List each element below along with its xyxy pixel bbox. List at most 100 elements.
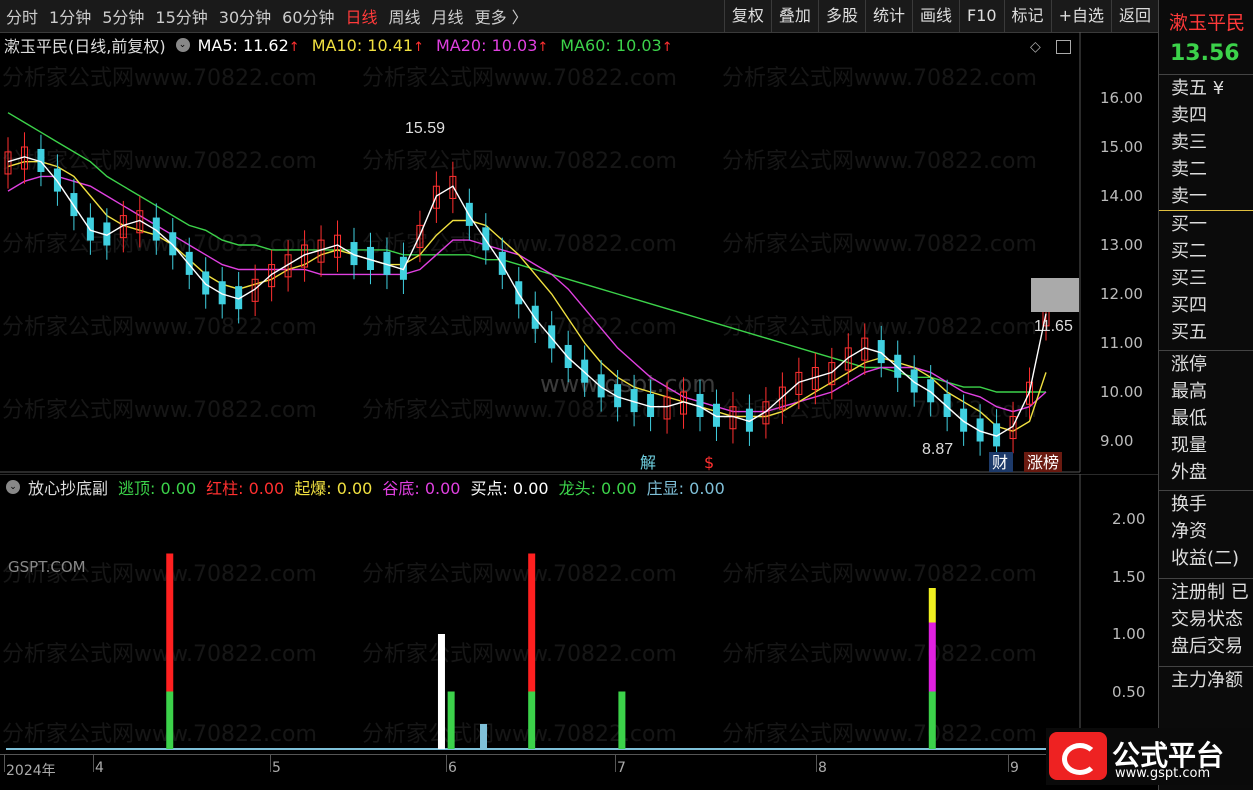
ma60-line <box>7 112 1046 393</box>
tool-button-0[interactable]: 复权 <box>723 0 771 32</box>
event-marker-2[interactable]: 财 <box>992 453 1008 472</box>
up-arrow-icon: ↑ <box>413 39 424 55</box>
indicator-header: ⌄ 放心抄底副 逃顶: 0.00 红柱: 0.00 起爆: 0.00 谷底: 0.00… <box>4 475 735 499</box>
buy-levels: 买一买二买三买四买五 <box>1159 211 1253 346</box>
x-axis-label: 4 <box>95 760 104 776</box>
rows_stats2-1: 净资 <box>1171 521 1207 542</box>
high-annotation: 15.59 <box>405 120 445 137</box>
x-axis-tick <box>1008 754 1009 772</box>
rows_buy-1: 买二 <box>1171 241 1207 262</box>
period-tab-5[interactable]: 60分钟 <box>282 4 334 28</box>
x-axis-label: 7 <box>617 760 626 776</box>
period-tab-7[interactable]: 周线 <box>389 4 421 28</box>
tool-buttons: 复权 叠加 多股 统计 画线 F10 标记 +自选 返回 <box>723 0 1158 32</box>
x-axis-tick <box>270 754 271 772</box>
tool-button-5[interactable]: F10 <box>958 0 1004 32</box>
rows_sell-3: 卖二 <box>1171 159 1207 180</box>
indicator-bar-cyan <box>480 724 487 749</box>
indicator-bar-5-1 <box>928 622 936 692</box>
rows_buy-0: 买一 <box>1171 214 1207 235</box>
rows_buy-4: 买五 <box>1171 322 1207 343</box>
sell-levels: 卖五 ¥ 卖四 卖三 卖二 卖一 <box>1159 75 1253 210</box>
rows_stats-3: 现量 <box>1171 435 1207 456</box>
top-toolbar: 分时 1分钟 5分钟 15分钟 30分钟 60分钟 日线 周线 月线 更多 〉 复权 叠加 多股 统计画… <box>0 0 1158 33</box>
event-marker-1[interactable]: $ <box>704 453 714 472</box>
ma20-line <box>7 175 1047 413</box>
corner-icons: ◇ <box>1030 37 1071 55</box>
misc-rows: 注册制 已交易状态 盘后交易 <box>1159 579 1253 660</box>
last-price: 13.56 <box>1170 41 1240 66</box>
rows_misc-2: 盘后交易 <box>1171 636 1243 657</box>
sub-y-tick-label: 1.00 <box>1112 625 1146 643</box>
x-axis-tick <box>615 754 616 772</box>
gspt-watermark: GSPT.COM <box>8 558 86 576</box>
ma-value-3: MA60: 10.03 <box>560 35 662 55</box>
chevron-down-icon[interactable]: ⌄ <box>175 38 190 52</box>
rows_stats2-2: 收益(二) <box>1171 548 1240 569</box>
diamond-icon[interactable]: ◇ <box>1030 39 1041 55</box>
event-marker-0[interactable]: 解 <box>640 453 656 472</box>
candle-body <box>564 344 572 369</box>
tool-button-4[interactable]: 画线 <box>911 0 959 32</box>
indicator-value-6: 庄显: 0.00 <box>646 479 725 498</box>
event-marker-3[interactable]: 涨榜 <box>1027 453 1059 472</box>
period-tab-8[interactable]: 月线 <box>432 4 464 28</box>
sub-y-tick-label: 0.50 <box>1112 682 1146 701</box>
x-axis-tick <box>446 754 447 772</box>
period-tab-9[interactable]: 更多 〉 <box>475 4 528 28</box>
indicator-value-4: 买点: 0.00 <box>470 479 549 498</box>
period-tab-4[interactable]: 30分钟 <box>219 4 271 28</box>
candle-body <box>202 271 210 295</box>
chevron-down-icon[interactable]: ⌄ <box>6 480 20 494</box>
tool-button-8[interactable]: 返回 <box>1110 0 1158 32</box>
indicator-value-3: 谷底: 0.00 <box>382 479 461 498</box>
ma-label-0: MA5: 11.62↑ <box>198 36 300 55</box>
tool-button-3[interactable]: 统计 <box>864 0 912 32</box>
rows_sell-4: 卖一 <box>1171 186 1207 207</box>
sub-y-tick-label: 1.50 <box>1112 567 1146 586</box>
y-tick-label: 16.00 <box>1100 89 1143 107</box>
period-tab-3[interactable]: 15分钟 <box>155 4 207 28</box>
ma-value-0: MA5: 11.62 <box>197 35 289 55</box>
tool-button-7[interactable]: +自选 <box>1050 0 1111 32</box>
ma-label-3: MA60: 10.03↑ <box>560 36 672 55</box>
rows_stats-2: 最低 <box>1171 408 1207 429</box>
indicator-bar-4-0 <box>618 691 626 749</box>
tool-button-1[interactable]: 叠加 <box>770 0 818 32</box>
window-icon[interactable] <box>1055 39 1071 54</box>
indicator-value-5: 龙头: 0.00 <box>558 479 637 498</box>
x-axis-tick <box>93 754 94 772</box>
ma-label-2: MA20: 10.03↑ <box>436 36 548 55</box>
ma10-line <box>7 160 1047 432</box>
period-tab-0[interactable]: 分时 <box>6 4 38 28</box>
period-tab-2[interactable]: 5分钟 <box>102 4 144 28</box>
rows_buy-3: 买四 <box>1171 295 1207 316</box>
indicator-chart[interactable] <box>0 474 1158 764</box>
up-arrow-icon: ↑ <box>537 39 549 55</box>
tool-button-6[interactable]: 标记 <box>1003 0 1051 32</box>
rows_bottom-0: 主力净额 <box>1171 670 1243 691</box>
gspt-logo: 公式平台 www.gspt.com <box>1046 728 1253 785</box>
tool-button-2[interactable]: 多股 <box>817 0 865 32</box>
indicator-name: 放心抄底副 <box>28 479 109 498</box>
rows_buy-2: 买三 <box>1171 268 1207 289</box>
candle-body <box>531 305 539 329</box>
indicator-bar-2-0 <box>447 691 455 749</box>
indicator-values: 逃顶: 0.00 红柱: 0.00 起爆: 0.00 谷底: 0.00 买点: 0.00… <box>118 475 735 499</box>
rows_misc-0: 注册制 已 <box>1171 582 1249 603</box>
ma-value-2: MA20: 10.03 <box>436 35 538 55</box>
rows_stats-1: 最高 <box>1171 381 1207 402</box>
last-price-box <box>1031 278 1079 312</box>
indicator-bar-5-2 <box>928 588 936 623</box>
indicator-value-0: 逃顶: 0.00 <box>118 479 197 498</box>
candlestick-chart[interactable]: 15.59 8.87 11.65 解 $ 财涨榜 <box>0 32 1158 502</box>
x-axis-label: 5 <box>272 760 281 776</box>
period-tab-1[interactable]: 1分钟 <box>49 4 91 28</box>
quote-panel: 漱玉平民 13.56 卖五 ¥ 卖四 卖三 卖二 卖一 买一 买二 买三 买四 买五 涨停 最高最… <box>1158 0 1253 790</box>
stats2-rows: 换手 净资 收益(二) <box>1159 491 1253 572</box>
rows_sell-0: 卖五 ¥ <box>1171 78 1225 99</box>
indicator-bar-3-1 <box>528 553 536 692</box>
stock-title: 漱玉平民(日线,前复权) <box>4 37 166 56</box>
y-tick-label: 12.00 <box>1100 285 1143 303</box>
period-tab-6[interactable]: 日线 <box>346 4 378 28</box>
